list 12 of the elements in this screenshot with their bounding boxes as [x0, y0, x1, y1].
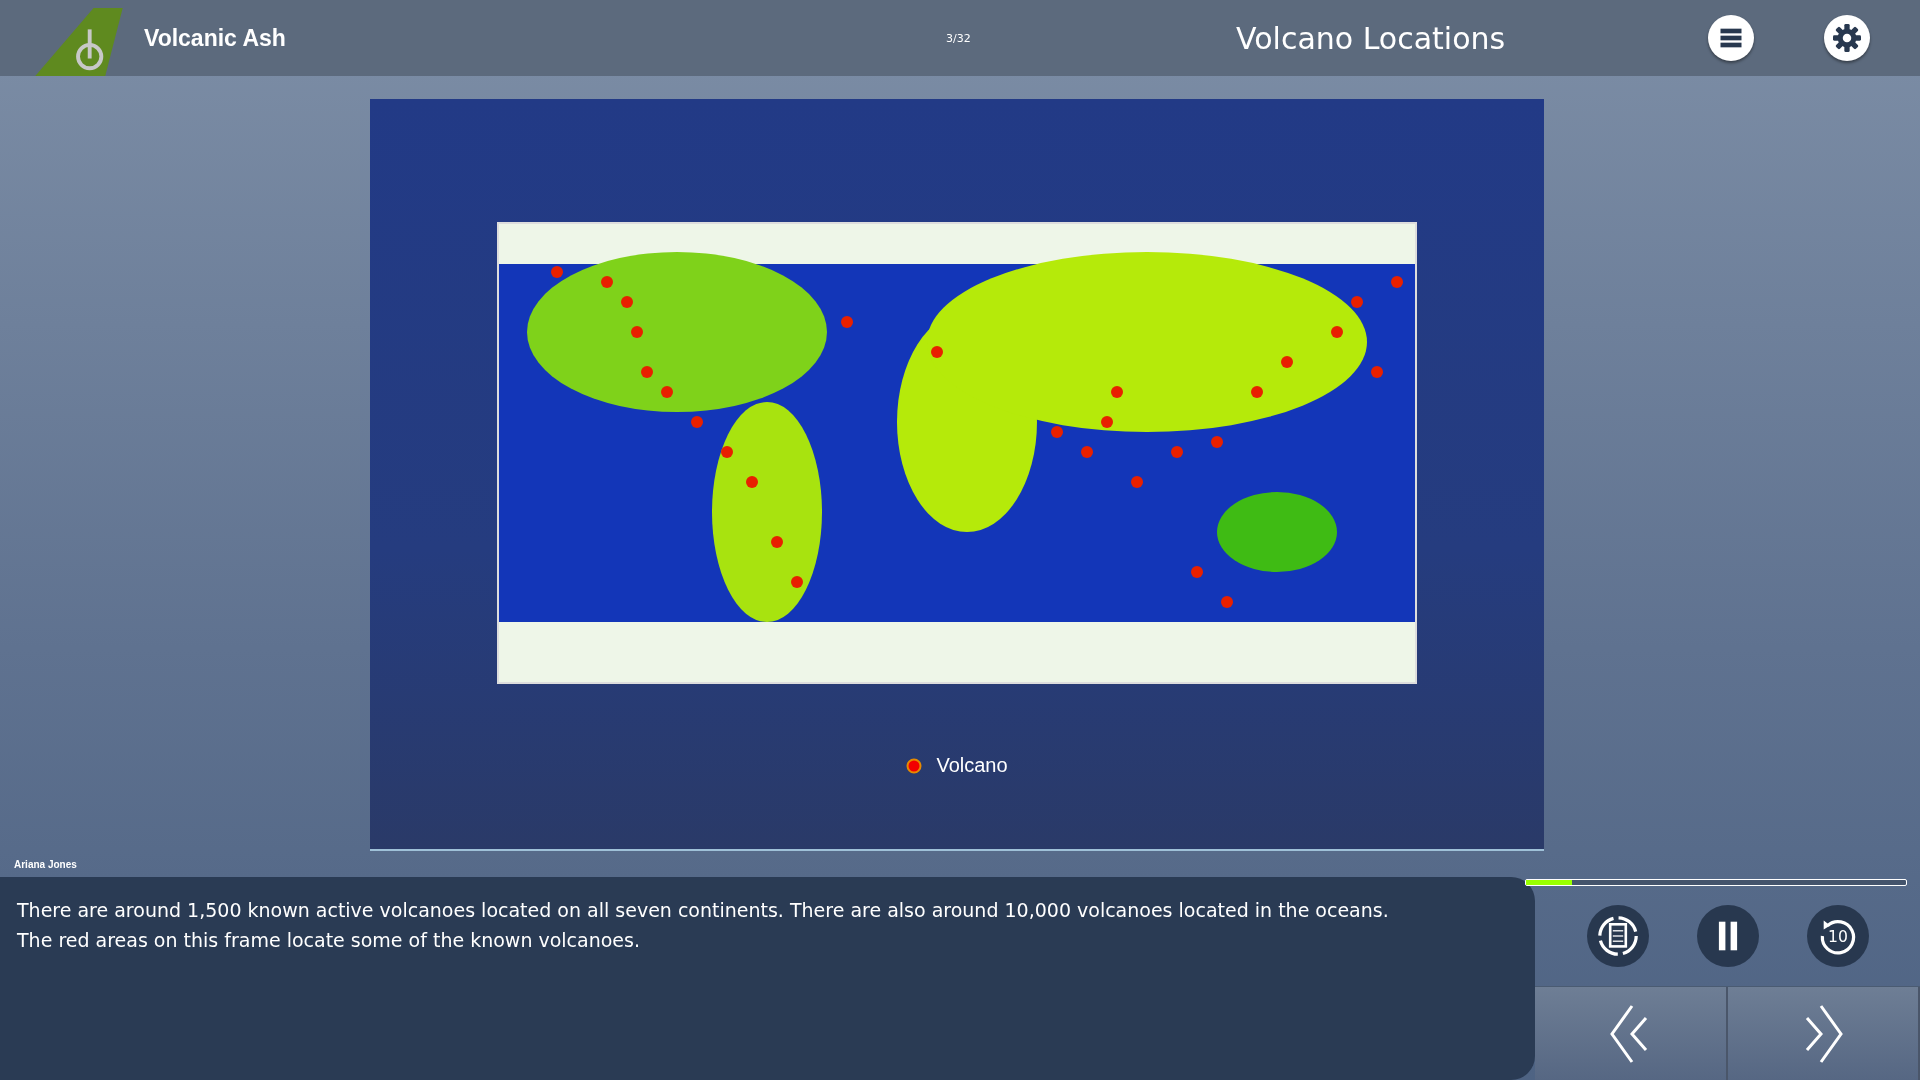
settings-button[interactable]: [1824, 15, 1870, 61]
menu-button[interactable]: [1708, 15, 1754, 61]
legend-label: Volcano: [936, 754, 1008, 777]
caption-text: The red areas on this frame locate some of the known volcanoes.: [17, 928, 641, 953]
airplane-tail-logo-icon: [34, 8, 124, 76]
slide-title: Volcano Locations: [1236, 20, 1507, 56]
caption-text: There are around 1,500 known active volcanoes located on all seven continents. There are also around 10,000 volcanoes located in the oceans.: [17, 898, 1390, 923]
page-counter: 3/32: [946, 31, 972, 45]
volcano-marker-icon: [906, 757, 923, 774]
settings-icon: [1831, 22, 1863, 54]
course-title: Volcanic Ash: [144, 24, 287, 52]
narrator-name: Ariana Jones: [14, 858, 77, 870]
